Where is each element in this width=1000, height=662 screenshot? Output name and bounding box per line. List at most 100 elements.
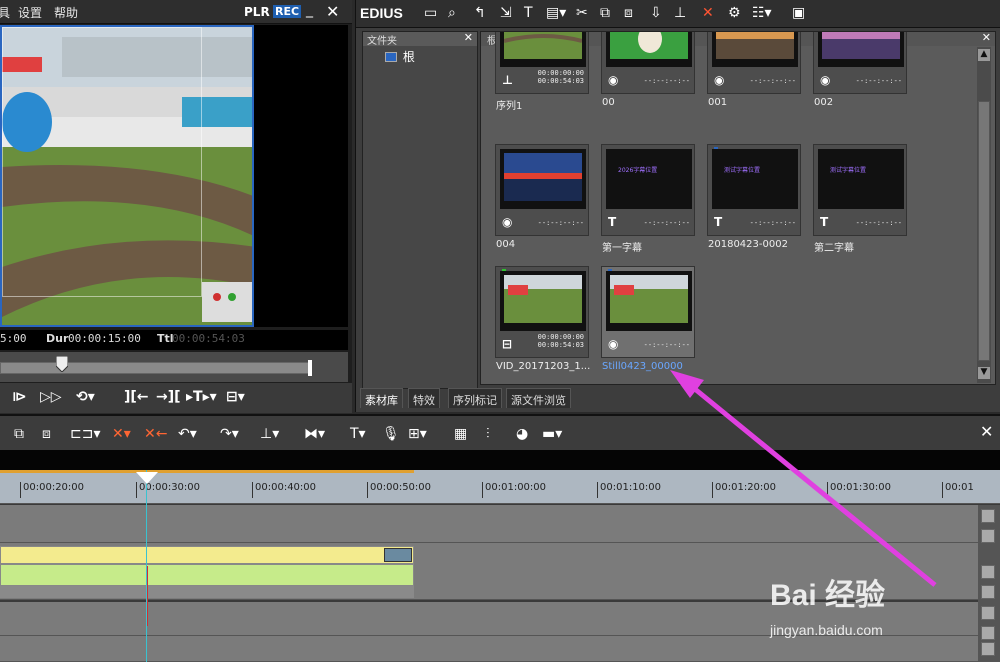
timeline-clip-audio[interactable] bbox=[0, 564, 414, 586]
clip-item[interactable]: 测试字幕位置 T --:--:--:-- 第二字幕 bbox=[813, 144, 907, 254]
tab-source-browser[interactable]: 源文件浏览 bbox=[506, 388, 571, 408]
scrub-track[interactable] bbox=[0, 362, 312, 374]
menu-item-settings[interactable]: 设置 bbox=[18, 4, 42, 21]
close-icon[interactable]: ✕ bbox=[326, 2, 339, 21]
sequence-icon: ⊥ bbox=[502, 73, 513, 87]
paste-icon[interactable]: ⧈ bbox=[624, 5, 633, 21]
add-to-timeline-icon[interactable]: ⊥ bbox=[674, 5, 686, 21]
plr-toggle[interactable]: PLR bbox=[244, 5, 270, 19]
clip-item[interactable]: ⊟ 00:00:00:00 00:00:54:03 VID_20171203_1.… bbox=[495, 266, 590, 372]
close-icon[interactable]: ✕ bbox=[982, 32, 991, 44]
properties-icon[interactable]: ⚙ bbox=[728, 5, 741, 21]
close-icon[interactable]: ✕ bbox=[980, 422, 993, 441]
color-bar-icon[interactable]: ▤▾ bbox=[546, 5, 566, 21]
scroll-down-icon[interactable] bbox=[981, 626, 995, 640]
up-folder-icon[interactable]: ↰ bbox=[474, 5, 486, 21]
clip-timecode-in: 00:00:00:00 bbox=[537, 69, 584, 77]
clip-item[interactable]: ◉ --:--:--:-- 002 bbox=[813, 32, 907, 108]
scrollbar-thumb[interactable] bbox=[978, 101, 990, 361]
loop-icon[interactable]: ⟲▾ bbox=[76, 389, 95, 405]
view-mode-icon[interactable]: ☷▾ bbox=[752, 5, 772, 21]
grid-icon[interactable]: ▦ bbox=[454, 426, 467, 442]
delete-icon[interactable]: ✕ bbox=[702, 5, 714, 21]
insert-icon[interactable]: ▸T▸▾ bbox=[186, 389, 217, 405]
scroll-up-icon[interactable] bbox=[981, 642, 995, 656]
copy-icon[interactable]: ⧉ bbox=[600, 5, 610, 21]
scrub-bar[interactable] bbox=[0, 352, 348, 382]
tab-bin[interactable]: 素材库 bbox=[360, 388, 403, 408]
clip-view-scrollbar[interactable]: ▲ ▼ bbox=[977, 47, 991, 383]
timeline-clip-video[interactable] bbox=[0, 546, 414, 564]
clip-item[interactable]: ⊥ 00:00:00:00 00:00:54:03 序列1 bbox=[495, 32, 589, 112]
scroll-down-icon[interactable]: ▼ bbox=[978, 367, 990, 379]
mixer-icon[interactable]: ⊞▾ bbox=[408, 426, 427, 442]
add-to-player-icon[interactable]: ⇩ bbox=[650, 5, 662, 21]
scroll-down-icon[interactable] bbox=[981, 529, 995, 543]
track-scrollbar[interactable] bbox=[978, 505, 1000, 602]
close-icon[interactable]: ✕ bbox=[464, 31, 473, 44]
clip-thumbnail: 测试字幕位置 bbox=[818, 149, 904, 209]
title-icon[interactable]: T▾ bbox=[350, 426, 366, 442]
scroll-up-icon[interactable] bbox=[981, 565, 995, 579]
import-icon[interactable]: ⇲ bbox=[500, 5, 512, 21]
scrub-handle[interactable] bbox=[56, 356, 68, 372]
fast-forward-icon[interactable]: ▷▷ bbox=[40, 389, 62, 405]
title-icon[interactable]: T bbox=[524, 5, 533, 21]
paste-icon[interactable]: ⧈ bbox=[42, 426, 51, 442]
redo-icon[interactable]: ↷▾ bbox=[220, 426, 239, 442]
audio-mixer-icon[interactable]: ⫶ bbox=[486, 426, 490, 442]
tab-effects[interactable]: 特效 bbox=[408, 388, 440, 408]
title-icon: T bbox=[820, 215, 829, 229]
folder-pane-header: 文件夹 ✕ bbox=[363, 31, 477, 47]
bin-window: EDIUS ▭ ⌕ ↰ ⇲ T ▤▾ ✂ ⧉ ⧈ ⇩ ⊥ ✕ ⚙ ☷▾ ▣ 文件… bbox=[355, 0, 1000, 412]
set-in-icon[interactable]: ][← bbox=[124, 389, 149, 405]
watermark-logo: Bai 经验 bbox=[770, 579, 886, 612]
microphone-icon[interactable]: 🎙 bbox=[382, 426, 400, 442]
clip-item-selected[interactable]: ◉ --:--:--:-- Still0423_00000 bbox=[601, 266, 695, 372]
clip-item[interactable]: ◉ --:--:--:-- 00 bbox=[601, 32, 695, 108]
transition-icon[interactable]: ⧓▾ bbox=[304, 426, 325, 442]
clip-item[interactable]: ◉ --:--:--:-- 001 bbox=[707, 32, 801, 108]
clip-label: 001 bbox=[708, 97, 728, 108]
tab-sequence-markers[interactable]: 序列标记 bbox=[448, 388, 502, 408]
playhead-marker-icon[interactable] bbox=[136, 472, 158, 484]
search-icon[interactable]: ⌕ bbox=[448, 5, 456, 21]
track-scrollbar[interactable] bbox=[978, 602, 1000, 662]
folder-icon[interactable]: ▭ bbox=[424, 5, 437, 21]
play-icon[interactable]: ⧐ bbox=[12, 389, 27, 405]
set-out-icon[interactable]: →][ bbox=[156, 389, 181, 405]
scroll-up-icon[interactable]: ▲ bbox=[978, 49, 990, 61]
ripple-delete-icon[interactable]: ✕← bbox=[144, 426, 167, 442]
folder-root-item[interactable]: 根 bbox=[385, 48, 415, 65]
rec-toggle[interactable]: REC bbox=[273, 5, 302, 18]
briefcase-icon[interactable]: ▣ bbox=[792, 5, 805, 21]
menu-item-view[interactable]: 具 bbox=[0, 4, 10, 21]
timeline-clip-footer bbox=[0, 586, 414, 598]
clip-item[interactable]: 测试字幕位置 T --:--:--:-- 20180423-0002 bbox=[707, 144, 801, 250]
split-icon[interactable]: ⊏⊐▾ bbox=[70, 426, 101, 442]
scroll-down-icon[interactable] bbox=[981, 585, 995, 599]
add-cut-icon[interactable]: ⊥▾ bbox=[260, 426, 279, 442]
minimize-icon[interactable]: _ bbox=[306, 2, 313, 18]
menu-item-help[interactable]: 帮助 bbox=[54, 4, 78, 21]
cut-icon[interactable]: ✂ bbox=[576, 5, 588, 21]
layout-icon[interactable]: ▬▾ bbox=[542, 426, 562, 442]
clip-label: 00 bbox=[602, 97, 615, 108]
scroll-up-icon[interactable] bbox=[981, 509, 995, 523]
clip-item[interactable]: 2026字幕位置 T --:--:--:-- 第一字幕 bbox=[601, 144, 695, 254]
playhead[interactable] bbox=[146, 470, 147, 662]
delete-icon[interactable]: ✕▾ bbox=[112, 426, 131, 442]
title-icon: T bbox=[608, 215, 617, 229]
clip-item[interactable]: ◉ --:--:--:-- 004 bbox=[495, 144, 589, 250]
undo-icon[interactable]: ↶▾ bbox=[178, 426, 197, 442]
copy-icon[interactable]: ⧉ bbox=[14, 426, 24, 442]
overwrite-icon[interactable]: ⊟▾ bbox=[226, 389, 245, 405]
clip-timecode: --:--:--:-- bbox=[855, 219, 902, 227]
clip-timecode: --:--:--:-- bbox=[855, 77, 902, 85]
color-wheel-icon[interactable]: ◕ bbox=[516, 426, 528, 442]
clip-timecode-in: 00:00:00:00 bbox=[537, 333, 584, 341]
scroll-up-icon[interactable] bbox=[981, 606, 995, 620]
camera-icon: ◉ bbox=[714, 73, 725, 87]
clip-thumbnail bbox=[384, 548, 412, 562]
clip-thumbnail bbox=[606, 271, 692, 331]
